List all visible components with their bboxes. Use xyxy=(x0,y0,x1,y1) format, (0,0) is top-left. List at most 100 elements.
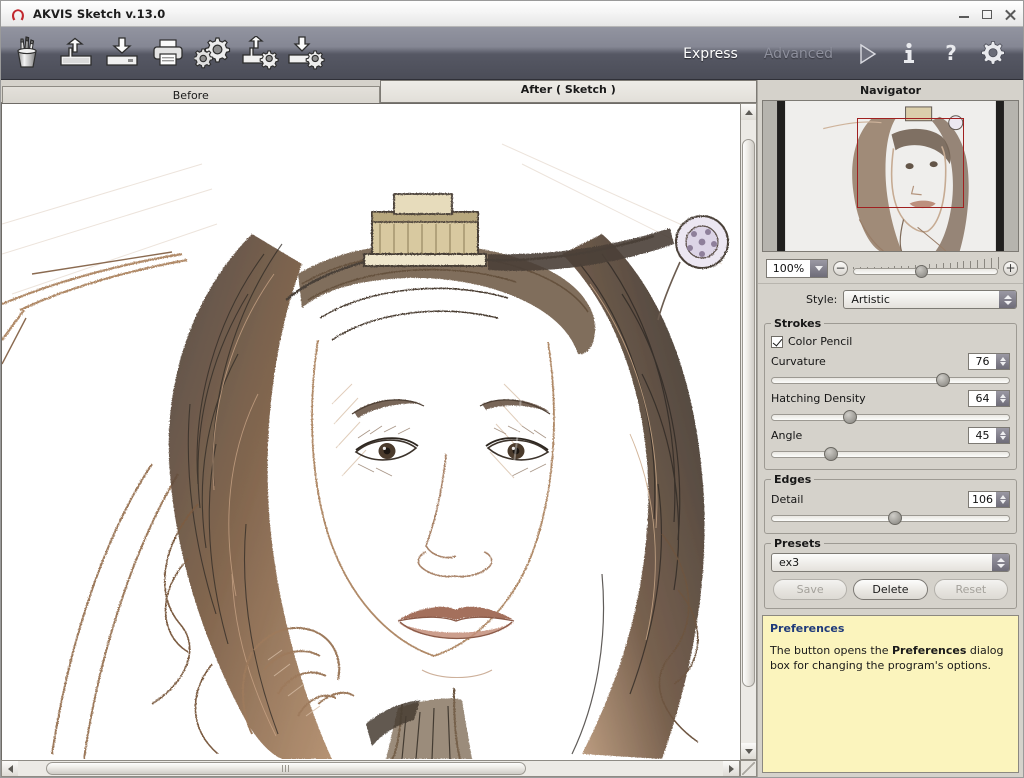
import-settings-icon[interactable] xyxy=(237,30,283,76)
detail-stepper-icon[interactable] xyxy=(996,492,1009,507)
presets-legend: Presets xyxy=(771,537,824,550)
hint-text-bold: Preferences xyxy=(892,644,966,657)
navigator-preview[interactable] xyxy=(762,100,1019,252)
hint-panel: Preferences The button opens the Prefere… xyxy=(762,615,1019,773)
scroll-left-button[interactable] xyxy=(2,761,18,776)
main-toolbar: Express Advanced ? xyxy=(1,27,1023,80)
color-pencil-label: Color Pencil xyxy=(788,335,852,348)
gears-icon[interactable] xyxy=(191,30,237,76)
reset-preset-button[interactable]: Reset xyxy=(934,579,1008,600)
scroll-up-button[interactable] xyxy=(741,104,756,120)
color-pencil-row[interactable]: Color Pencil xyxy=(771,333,1010,351)
zoom-slider[interactable] xyxy=(853,257,998,279)
angle-slider-thumb[interactable] xyxy=(824,447,838,461)
scroll-down-button[interactable] xyxy=(741,743,756,759)
svg-text:?: ? xyxy=(945,41,957,65)
param-hatching-density: Hatching Density 64 xyxy=(771,388,1010,425)
minimize-button[interactable] xyxy=(957,7,971,21)
hint-title: Preferences xyxy=(770,622,1011,635)
export-settings-icon[interactable] xyxy=(283,30,329,76)
hint-text: The button opens the Preferences dialog … xyxy=(770,643,1011,673)
hatching-density-stepper-icon[interactable] xyxy=(996,391,1009,406)
curvature-value: 76 xyxy=(969,354,996,369)
curvature-slider-track[interactable] xyxy=(771,377,1010,384)
detail-slider-thumb[interactable] xyxy=(888,511,902,525)
help-icon[interactable]: ? xyxy=(931,31,971,77)
hint-text-before: The button opens the xyxy=(770,644,892,657)
horizontal-scrollbar[interactable] xyxy=(1,760,740,777)
run-icon[interactable] xyxy=(847,31,887,77)
resize-grip[interactable] xyxy=(740,760,757,777)
angle-slider-track[interactable] xyxy=(771,451,1010,458)
style-combo[interactable]: Artistic xyxy=(843,290,1017,309)
style-row: Style: Artistic xyxy=(758,284,1023,314)
scroll-right-button[interactable] xyxy=(723,761,739,776)
title-bar: AKVIS Sketch v.13.0 xyxy=(1,1,1023,27)
angle-spinner[interactable]: 45 xyxy=(968,427,1010,444)
style-combo-arrows-icon[interactable] xyxy=(999,291,1016,308)
canvas-column xyxy=(1,103,740,777)
open-image-icon[interactable] xyxy=(53,30,99,76)
right-scroll-column xyxy=(740,103,757,777)
maximize-button[interactable] xyxy=(980,7,994,21)
info-icon[interactable] xyxy=(889,31,929,77)
detail-label: Detail xyxy=(771,493,803,506)
hatching-density-value: 64 xyxy=(969,391,996,406)
hatching-density-slider-track[interactable] xyxy=(771,414,1010,421)
hatching-density-slider[interactable] xyxy=(771,410,1010,425)
image-area: Before After ( Sketch ) xyxy=(1,80,757,777)
delete-preset-button[interactable]: Delete xyxy=(853,579,927,600)
mode-express-button[interactable]: Express xyxy=(671,42,750,66)
print-icon[interactable] xyxy=(145,30,191,76)
param-curvature: Curvature 76 xyxy=(771,351,1010,388)
horizontal-scroll-track[interactable] xyxy=(18,761,723,776)
curvature-slider-thumb[interactable] xyxy=(936,373,950,387)
angle-value: 45 xyxy=(969,428,996,443)
presets-value: ex3 xyxy=(772,554,992,571)
application-window: AKVIS Sketch v.13.0 xyxy=(0,0,1024,778)
presets-combo[interactable]: ex3 xyxy=(771,553,1010,572)
sketch-canvas[interactable] xyxy=(1,103,740,760)
color-pencil-checkbox[interactable] xyxy=(771,336,783,348)
curvature-stepper-icon[interactable] xyxy=(996,354,1009,369)
vertical-scroll-thumb[interactable] xyxy=(742,139,755,687)
vertical-scrollbar[interactable] xyxy=(740,103,757,760)
style-label: Style: xyxy=(806,293,837,306)
detail-spinner[interactable]: 106 xyxy=(968,491,1010,508)
zoom-value: 100% xyxy=(767,260,810,277)
tab-after-sketch[interactable]: After ( Sketch ) xyxy=(380,80,758,102)
zoom-out-button[interactable]: − xyxy=(833,261,848,276)
workspace: Before After ( Sketch ) xyxy=(1,80,1023,777)
zoom-combo[interactable]: 100% xyxy=(766,259,828,278)
param-angle: Angle 45 xyxy=(771,425,1010,462)
chevron-down-icon[interactable] xyxy=(810,260,827,277)
horizontal-scroll-thumb[interactable] xyxy=(46,762,525,775)
toolbar-tools xyxy=(1,30,329,76)
angle-stepper-icon[interactable] xyxy=(996,428,1009,443)
zoom-slider-thumb[interactable] xyxy=(915,265,928,278)
window-controls xyxy=(957,1,1017,27)
curvature-slider[interactable] xyxy=(771,373,1010,388)
vertical-scroll-track[interactable] xyxy=(741,120,756,743)
curvature-spinner[interactable]: 76 xyxy=(968,353,1010,370)
mode-advanced-button[interactable]: Advanced xyxy=(752,42,845,66)
navigator-title: Navigator xyxy=(758,80,1023,100)
image-tabs: Before After ( Sketch ) xyxy=(1,80,757,102)
navigator-viewport-rect[interactable] xyxy=(857,118,964,208)
presets-buttons: Save Delete Reset xyxy=(771,572,1010,601)
save-preset-button[interactable]: Save xyxy=(773,579,847,600)
toolbar-right: Express Advanced ? xyxy=(671,27,1013,80)
close-button[interactable] xyxy=(1003,7,1017,21)
angle-label: Angle xyxy=(771,429,802,442)
presets-combo-arrows-icon[interactable] xyxy=(992,554,1009,571)
param-detail: Detail 106 xyxy=(771,489,1010,526)
save-image-icon[interactable] xyxy=(99,30,145,76)
hatching-density-spinner[interactable]: 64 xyxy=(968,390,1010,407)
zoom-in-button[interactable]: + xyxy=(1003,261,1018,276)
preferences-gear-icon[interactable] xyxy=(973,31,1013,77)
detail-slider[interactable] xyxy=(771,511,1010,526)
pencil-cup-icon[interactable] xyxy=(1,30,53,76)
hatching-density-slider-thumb[interactable] xyxy=(843,410,857,424)
style-value: Artistic xyxy=(844,291,999,308)
angle-slider[interactable] xyxy=(771,447,1010,462)
